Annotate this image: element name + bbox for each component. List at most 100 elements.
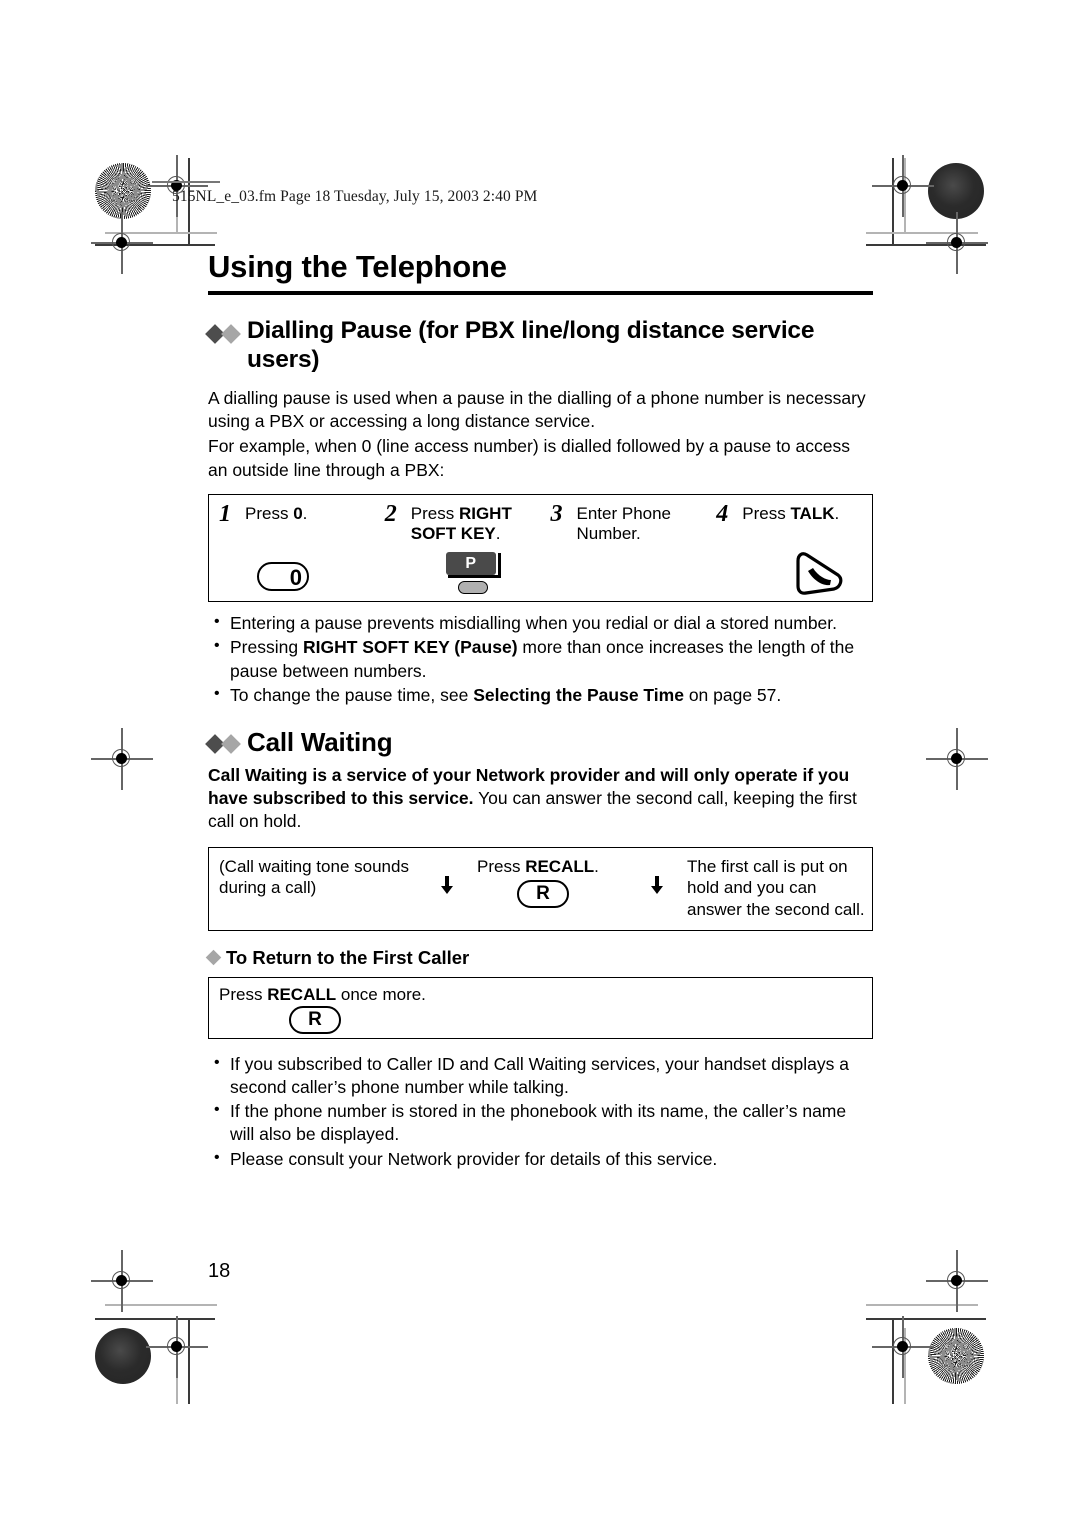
crop-line [866, 1304, 978, 1306]
key-zero-icon: 0 [257, 561, 309, 591]
density-patch-mark-top-right [928, 163, 984, 219]
step-text-pre: Press [410, 503, 459, 523]
page-number: 18 [208, 1260, 231, 1282]
list-item-text: If you subscribed to Caller ID and Call … [230, 1053, 849, 1097]
right-soft-key-pause-icon: P [443, 551, 505, 594]
notes-list-dialling-pause: Entering a pause prevents misdialling wh… [208, 611, 873, 707]
talk-handset-icon [796, 552, 843, 595]
step-text: Enter Phone Number. [576, 503, 672, 544]
recall-key-icon: R [289, 1005, 341, 1034]
moire-burst-mark-top-left [95, 163, 151, 219]
paragraph: Call Waiting is a service of your Networ… [208, 764, 873, 834]
registration-mark [872, 1316, 934, 1378]
list-item-bold: Selecting the Pause Time [473, 684, 684, 705]
list-item: To change the pause time, see Selecting … [208, 683, 873, 707]
flow-text-bold: RECALL [525, 856, 595, 876]
title-underline [208, 291, 873, 296]
list-item-text: Pressing [230, 637, 303, 658]
diamond-icon [221, 323, 241, 344]
step-sequence-box: 1 Press 0. 0 2 Press RIGHT SOFT KEY. P 3… [208, 493, 873, 602]
file-header-text: 515NL_e_03.fm Page 18 Tuesday, July 15, … [172, 188, 538, 205]
section-title: Call Waiting [247, 727, 393, 758]
page-content: Using the Telephone Dialling Pause (for … [205, 249, 873, 1172]
step-text: Press RIGHT SOFT KEY. [411, 504, 537, 545]
registration-mark [926, 212, 988, 274]
call-waiting-flow-box: (Call waiting tone sounds during a call)… [208, 846, 873, 931]
registration-mark [926, 1250, 988, 1312]
step-icon-area [706, 551, 872, 595]
step-text-bold: 0 [293, 503, 303, 523]
list-item: If you subscribed to Caller ID and Call … [208, 1052, 873, 1100]
return-text-pre: Press [219, 984, 268, 1004]
step-number: 3 [550, 500, 563, 527]
step-3: 3 Enter Phone Number. [541, 495, 707, 601]
step-2: 2 Press RIGHT SOFT KEY. P [375, 495, 541, 601]
step-text-post: . [302, 503, 308, 523]
step-4: 4 Press TALK. [706, 495, 872, 601]
down-arrow-icon [651, 875, 663, 894]
registration-mark [146, 1316, 208, 1378]
density-patch-mark-bottom-left [95, 1328, 151, 1384]
paragraph: A dialling pause is used when a pause in… [208, 387, 866, 432]
flow-text-post: . [594, 856, 599, 876]
step-icon-area: P [375, 551, 541, 595]
flow-arrow-1 [427, 848, 467, 894]
registration-mark [91, 212, 153, 274]
diamond-bullet-pair [205, 317, 241, 344]
crop-line [95, 1318, 215, 1320]
registration-mark [926, 728, 988, 790]
list-item: Please consult your Network provider for… [208, 1147, 873, 1171]
soft-key-shadow [497, 552, 501, 577]
sub-heading-return-to-first-caller: To Return to the First Caller [205, 946, 873, 969]
sub-heading-text: To Return to the First Caller [226, 946, 470, 968]
down-arrow-icon [441, 875, 453, 894]
diamond-icon [221, 733, 241, 754]
step-text-post: . [834, 503, 840, 523]
registration-mark [91, 728, 153, 790]
soft-key-label: P [465, 554, 477, 572]
return-box-text: Press RECALL once more. [219, 985, 872, 1005]
section-heading-dialling-pause: Dialling Pause (for PBX line/long distan… [205, 317, 873, 375]
header-rule [152, 181, 220, 183]
flow-cell-result: The first call is put on hold and you ca… [687, 856, 865, 920]
list-item-text: To change the pause time, see [230, 684, 474, 705]
list-item-text: Entering a pause prevents misdialling wh… [230, 612, 838, 633]
recall-key-icon: R [517, 880, 569, 909]
list-item: Pressing RIGHT SOFT KEY (Pause) more tha… [208, 635, 873, 683]
section-heading-call-waiting: Call Waiting [205, 727, 873, 758]
soft-key-display: P [445, 551, 496, 575]
diamond-bullet-pair [205, 727, 241, 754]
list-item: If the phone number is stored in the pho… [208, 1099, 873, 1147]
registration-mark [91, 1250, 153, 1312]
return-to-caller-box: Press RECALL once more. R [208, 976, 873, 1039]
step-text: Press TALK. [742, 504, 868, 524]
step-text: Press 0. [245, 504, 371, 524]
step-text-post: . [495, 524, 501, 544]
list-item-text: on page 57. [683, 684, 782, 705]
flow-arrow-2 [637, 848, 677, 894]
step-1: 1 Press 0. 0 [209, 495, 375, 601]
step-text-pre: Press [742, 503, 791, 523]
section-title: Dialling Pause (for PBX line/long distan… [247, 317, 815, 373]
step-number: 1 [219, 500, 231, 527]
list-item-text: Please consult your Network provider for… [230, 1148, 718, 1169]
step-number: 4 [716, 500, 729, 527]
step-text-pre: Press [245, 503, 294, 523]
flow-text-pre: Press [477, 856, 526, 876]
return-text-post: once more. [336, 984, 426, 1004]
step-number: 2 [384, 500, 397, 527]
step-text-bold: TALK [790, 503, 835, 523]
diamond-icon [205, 949, 222, 966]
step-icon-area: 0 [209, 551, 375, 595]
return-text-bold: RECALL [267, 984, 337, 1004]
soft-key-button [457, 580, 488, 594]
list-item-text: If the phone number is stored in the pho… [230, 1101, 847, 1145]
flow-cell-recall: Press RECALL. R [467, 848, 637, 909]
paragraph: For example, when 0 (line access number)… [208, 436, 850, 480]
list-item-bold: RIGHT SOFT KEY (Pause) [302, 637, 518, 658]
moire-burst-mark-bottom-right [928, 1328, 984, 1384]
flow-cell-tone: (Call waiting tone sounds during a call) [219, 856, 409, 898]
page-title: Using the Telephone [208, 249, 507, 284]
key-zero-label: 0 [289, 564, 302, 590]
notes-list-call-waiting: If you subscribed to Caller ID and Call … [208, 1052, 873, 1171]
